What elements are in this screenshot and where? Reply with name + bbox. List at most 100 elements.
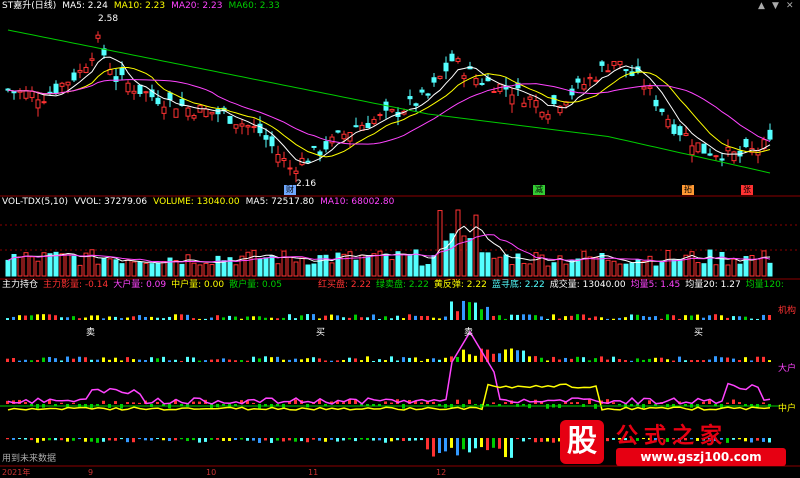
stock-chart-canvas[interactable]	[0, 0, 800, 478]
volume-bar	[209, 264, 215, 277]
sanhu-bar	[78, 438, 81, 440]
dahu-bar	[732, 358, 735, 362]
candle-body	[461, 75, 467, 79]
jigou-bar	[96, 315, 99, 320]
jigou-bar	[78, 318, 81, 320]
dahu-bar	[222, 358, 225, 362]
sanhu-bar	[150, 438, 153, 441]
dahu-bar	[690, 360, 693, 362]
sanhu-bar	[174, 438, 177, 441]
zhonghu-bar	[522, 404, 525, 406]
volume-bar	[647, 255, 653, 277]
jigou-bar	[228, 315, 231, 320]
dahu-bar	[390, 356, 393, 362]
jigou-bar	[360, 317, 363, 320]
sanhu-bar	[216, 438, 219, 440]
dahu-bar	[654, 357, 657, 362]
candle-body	[41, 101, 47, 104]
sanhu-bar	[252, 438, 255, 441]
volume-bar	[593, 257, 599, 277]
volume-bar	[767, 262, 773, 277]
dahu-bar	[18, 360, 21, 362]
candle-body	[269, 136, 275, 147]
zhonghu-bar	[198, 401, 201, 404]
dahu-bar	[708, 359, 711, 362]
zhonghu-bar	[420, 402, 423, 404]
jigou-bar	[444, 316, 447, 320]
sanhu-bar	[198, 438, 201, 443]
candle-body	[653, 99, 659, 107]
volume-bar	[407, 253, 413, 277]
candle-body	[371, 118, 377, 124]
ma5-value: MA5: 2.24	[62, 1, 108, 11]
zhonghu-bar	[702, 401, 705, 404]
sanhu-bar	[18, 438, 21, 440]
event-marker-jian[interactable]: 减	[533, 185, 545, 195]
volume-bar	[17, 256, 23, 277]
event-marker-zhang[interactable]: 张	[741, 185, 753, 195]
scroll-up-icon[interactable]: ▲	[758, 1, 765, 11]
jigou-bar	[132, 316, 135, 320]
jigou-bar	[438, 318, 441, 320]
candle-body	[83, 66, 89, 73]
dahu-bar	[330, 360, 333, 362]
jigou-bar	[390, 318, 393, 320]
dahu-bar	[168, 360, 171, 362]
candle-body	[185, 107, 191, 117]
scroll-down-icon[interactable]: ▼	[772, 1, 779, 11]
event-marker-tuo[interactable]: 拓	[682, 185, 694, 195]
event-marker-cai[interactable]: 财	[284, 185, 296, 195]
candle-body	[473, 78, 479, 86]
sell-signal-1: 卖	[86, 328, 96, 338]
dahu-bar	[252, 356, 255, 362]
close-icon[interactable]: ✕	[786, 1, 794, 11]
volume-bar	[707, 249, 713, 277]
jigou-bar	[612, 318, 615, 320]
candle-body	[407, 96, 413, 100]
sanhu-bar	[330, 438, 333, 440]
jigou-bar	[216, 315, 219, 320]
volume-bar	[269, 255, 275, 277]
jigou-bar	[510, 314, 513, 320]
zhonghu-value: 中户量: 0.00	[171, 280, 225, 290]
ma20-line	[7, 79, 771, 145]
jigou-bar	[6, 318, 9, 320]
candle-body	[65, 81, 71, 86]
dahu-bar	[24, 359, 27, 362]
dahu-bar	[348, 357, 351, 362]
zhonghu-bar	[132, 402, 135, 404]
dahu-bar	[498, 353, 501, 362]
jigou-bar	[342, 317, 345, 320]
dahu-bar	[420, 360, 423, 362]
jigou-bar	[402, 318, 405, 320]
candle-body	[623, 69, 629, 72]
sanhu-bar	[306, 438, 309, 443]
sanhu-bar	[294, 438, 297, 442]
jigou-bar	[426, 315, 429, 320]
dahu-bar	[318, 358, 321, 362]
stock-title: ST嘉升(日线)	[2, 1, 57, 11]
zhonghu-bar	[102, 400, 105, 404]
zhonghu-bar	[342, 402, 345, 404]
candle-body	[455, 58, 461, 62]
volume-bar	[701, 263, 707, 277]
sanhu-bar	[60, 438, 63, 441]
dahu-bar	[588, 360, 591, 362]
dahu-bar	[642, 359, 645, 362]
label-jigou: 机构	[778, 306, 797, 316]
volume-bar	[257, 258, 263, 277]
sanhu-bar	[480, 438, 483, 448]
dahu-bar	[288, 359, 291, 362]
volume-bar	[191, 262, 197, 277]
dahu-bar	[468, 354, 471, 362]
sanhu-bar	[462, 438, 465, 450]
dahu-bar	[612, 356, 615, 362]
volume-bar	[617, 263, 623, 277]
dahu-bar	[648, 358, 651, 362]
dahu-bar	[492, 353, 495, 362]
dahu-bar	[96, 359, 99, 362]
jigou-bar	[498, 315, 501, 320]
zhonghu-bar	[648, 400, 651, 404]
jigou-bar	[324, 315, 327, 320]
sanhu-bar	[282, 438, 285, 442]
